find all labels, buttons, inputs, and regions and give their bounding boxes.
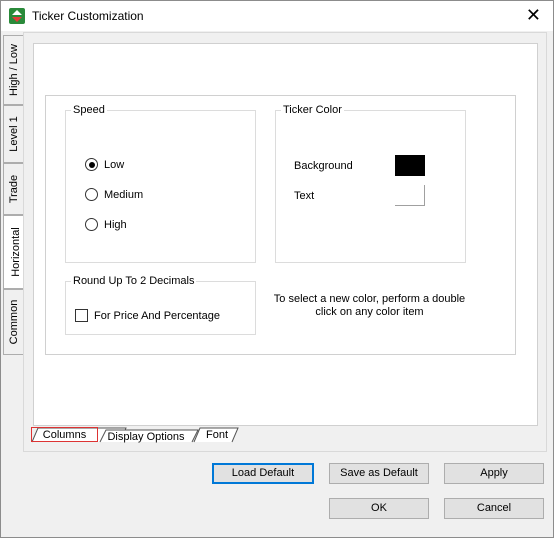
tab-display-options[interactable]: Display Options	[104, 430, 188, 445]
load-default-button[interactable]: Load Default	[212, 463, 314, 484]
window-title: Ticker Customization	[32, 9, 144, 23]
tab-level-1[interactable]: Level 1	[3, 105, 24, 163]
tab-font-label: Font	[205, 429, 228, 441]
color-instruction-note: To select a new color, perform a double …	[273, 293, 466, 318]
side-tab-strip: High / Low Level 1 Trade Horizontal Comm…	[3, 35, 27, 455]
radio-unchecked-icon	[85, 188, 98, 201]
title-bar: Ticker Customization ✕	[1, 1, 553, 31]
radio-unchecked-icon	[85, 218, 98, 231]
save-as-default-button[interactable]: Save as Default	[329, 463, 429, 484]
speed-legend: Speed	[73, 104, 105, 116]
tab-trade[interactable]: Trade	[3, 163, 24, 215]
radio-checked-icon	[85, 158, 98, 171]
speed-low-radio[interactable]: Low	[85, 158, 124, 171]
tab-display-options-label: Display Options	[107, 431, 185, 443]
round-up-checkbox[interactable]: For Price And Percentage	[75, 309, 220, 322]
tab-high-low[interactable]: High / Low	[3, 35, 24, 105]
tab-columns[interactable]: Columns	[31, 427, 98, 442]
text-color-label: Text	[294, 190, 315, 202]
tab-trade-label: Trade	[7, 174, 20, 204]
tab-high-low-label: High / Low	[7, 44, 20, 96]
checkbox-unchecked-icon	[75, 309, 88, 322]
text-color-swatch[interactable]	[395, 185, 425, 206]
speed-group: Speed	[65, 104, 256, 263]
ticker-color-group: Ticker Color	[275, 104, 466, 263]
speed-high-label: High	[104, 218, 127, 231]
tab-columns-label: Columns	[42, 429, 87, 441]
background-color-swatch[interactable]	[395, 155, 425, 176]
background-color-label: Background	[294, 160, 353, 172]
round-up-legend: Round Up To 2 Decimals	[73, 275, 195, 287]
ok-button[interactable]: OK	[329, 498, 429, 519]
close-icon[interactable]: ✕	[526, 5, 541, 25]
round-up-group: Round Up To 2 Decimals	[65, 275, 256, 335]
app-icon	[9, 8, 25, 24]
tab-horizontal-label: Horizontal	[9, 227, 22, 277]
speed-high-radio[interactable]: High	[85, 218, 127, 231]
apply-button[interactable]: Apply	[444, 463, 544, 484]
tab-level-1-label: Level 1	[7, 116, 20, 152]
speed-low-label: Low	[104, 158, 125, 171]
round-up-checkbox-label: For Price And Percentage	[94, 309, 220, 322]
speed-medium-radio[interactable]: Medium	[85, 188, 143, 201]
tab-common[interactable]: Common	[3, 289, 24, 355]
speed-medium-label: Medium	[104, 188, 144, 201]
ticker-color-legend: Ticker Color	[283, 104, 342, 116]
tab-font[interactable]: Font	[199, 428, 235, 443]
tab-common-label: Common	[7, 299, 20, 345]
cancel-button[interactable]: Cancel	[444, 498, 544, 519]
